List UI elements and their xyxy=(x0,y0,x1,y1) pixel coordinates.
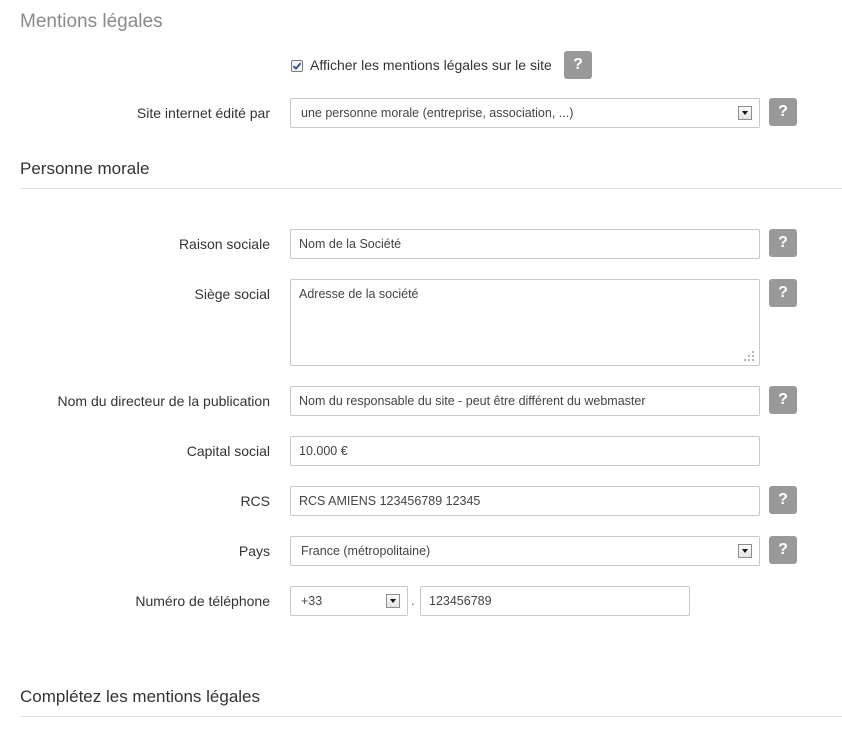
directeur-help-button[interactable]: ? xyxy=(769,386,797,414)
country-code-value: +33 xyxy=(301,594,323,608)
show-legal-help-button[interactable]: ? xyxy=(564,51,592,79)
legal-mentions-page: Mentions légales Afficher les mentions l… xyxy=(0,0,842,735)
raison-sociale-input[interactable]: Nom de la Société xyxy=(290,229,760,259)
rcs-input[interactable]: RCS AMIENS 123456789 12345 xyxy=(290,486,760,516)
chevron-down-icon[interactable] xyxy=(738,544,752,558)
pays-value: France (métropolitaine) xyxy=(301,544,431,558)
pays-label: Pays xyxy=(238,543,270,559)
page-title: Mentions légales xyxy=(20,11,163,32)
phone-number-input[interactable]: 123456789 xyxy=(420,586,690,616)
siege-social-help-button[interactable]: ? xyxy=(769,279,797,307)
siege-social-textarea[interactable]: Adresse de la société xyxy=(290,279,760,366)
capital-label: Capital social xyxy=(186,443,270,459)
pays-select[interactable]: France (métropolitaine) xyxy=(290,536,760,566)
resize-grip-icon[interactable] xyxy=(744,351,754,361)
siege-social-label: Siège social xyxy=(194,286,271,302)
telephone-label: Numéro de téléphone xyxy=(135,593,270,609)
chevron-down-icon[interactable] xyxy=(386,594,400,608)
show-legal-label[interactable]: Afficher les mentions légales sur le sit… xyxy=(310,57,552,73)
edited-by-select[interactable]: une personne morale (entreprise, associa… xyxy=(290,98,760,128)
edited-by-help-button[interactable]: ? xyxy=(769,98,797,126)
siege-social-placeholder: Adresse de la société xyxy=(299,287,419,301)
show-legal-checkbox[interactable] xyxy=(291,60,303,72)
capital-input[interactable]: 10.000 € xyxy=(290,436,760,466)
directeur-input[interactable]: Nom du responsable du site - peut être d… xyxy=(290,386,760,416)
rcs-help-button[interactable]: ? xyxy=(769,486,797,514)
country-code-select[interactable]: +33 xyxy=(290,586,408,616)
rcs-label: RCS xyxy=(240,493,270,509)
directeur-label: Nom du directeur de la publication xyxy=(57,393,270,409)
pays-help-button[interactable]: ? xyxy=(769,536,797,564)
section-title-company: Personne morale xyxy=(20,159,150,178)
edited-by-label: Site internet édité par xyxy=(136,105,270,121)
section-divider xyxy=(20,188,842,189)
checkmark-icon xyxy=(292,62,302,70)
chevron-down-icon[interactable] xyxy=(738,106,752,120)
phone-separator: . xyxy=(411,593,415,608)
section-divider xyxy=(20,716,842,717)
raison-sociale-help-button[interactable]: ? xyxy=(769,229,797,257)
edited-by-value: une personne morale (entreprise, associa… xyxy=(301,106,574,120)
raison-sociale-label: Raison sociale xyxy=(178,236,270,252)
section-title-complete: Complétez les mentions légales xyxy=(20,687,261,706)
